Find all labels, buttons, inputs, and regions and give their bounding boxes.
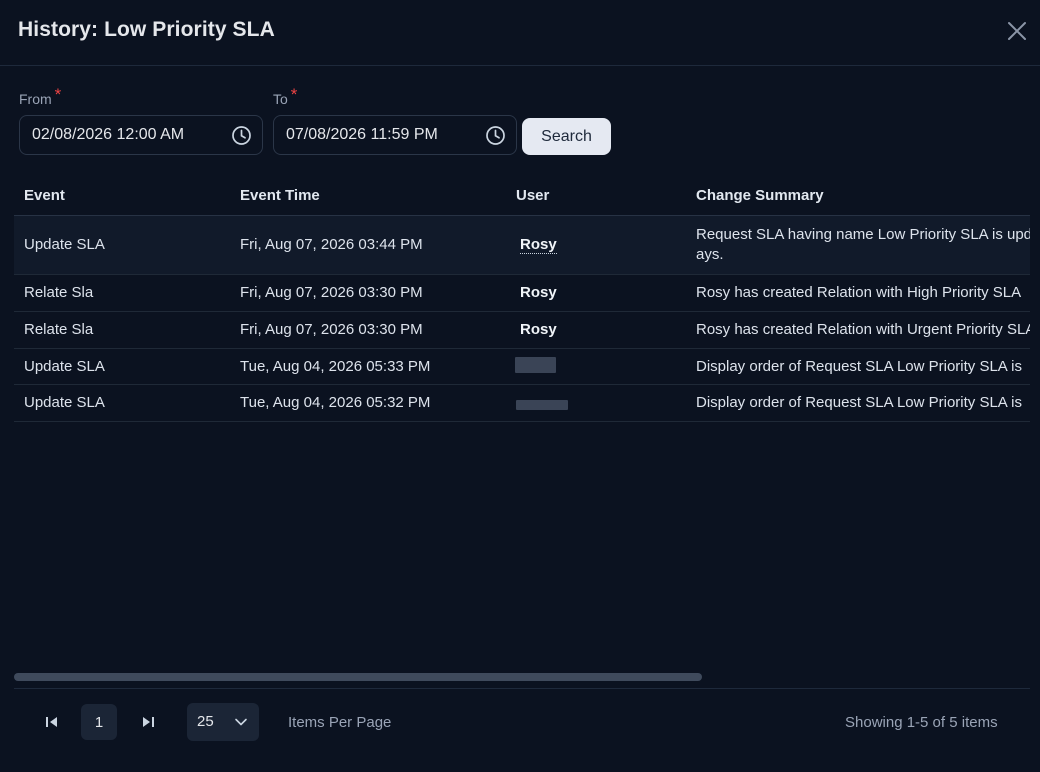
from-label: From * bbox=[19, 85, 62, 107]
column-header-change-summary[interactable]: Change Summary bbox=[696, 187, 824, 204]
to-date-input[interactable] bbox=[286, 116, 476, 154]
table-row[interactable]: Update SLA Tue, Aug 04, 2026 05:32 PM Di… bbox=[14, 385, 1030, 422]
event-time-cell: Fri, Aug 07, 2026 03:44 PM bbox=[240, 236, 423, 253]
to-label: To * bbox=[273, 85, 298, 107]
table-row[interactable]: Update SLA Fri, Aug 07, 2026 03:44 PM Ro… bbox=[14, 216, 1030, 275]
chevron-down-icon bbox=[235, 718, 247, 726]
table-row[interactable]: Relate Sla Fri, Aug 07, 2026 03:30 PM Ro… bbox=[14, 275, 1030, 312]
user-cell[interactable]: Rosy bbox=[520, 321, 557, 338]
event-cell: Update SLA bbox=[24, 394, 105, 411]
event-cell: Update SLA bbox=[24, 358, 105, 375]
change-summary-cell: Request SLA having name Low Priority SLA… bbox=[696, 226, 1030, 263]
dialog-header: History: Low Priority SLA bbox=[0, 0, 1040, 66]
event-time-cell: Fri, Aug 07, 2026 03:30 PM bbox=[240, 321, 423, 338]
items-per-page-label: Items Per Page bbox=[288, 714, 392, 731]
table-header: Event Event Time User Change Summary bbox=[14, 176, 1030, 216]
clock-icon[interactable] bbox=[231, 125, 252, 146]
change-summary-cell: Rosy has created Relation with High Prio… bbox=[696, 284, 1022, 301]
event-cell: Relate Sla bbox=[24, 321, 94, 338]
last-page-icon[interactable] bbox=[140, 714, 156, 730]
required-mark: * bbox=[290, 85, 298, 104]
scrollbar-thumb[interactable] bbox=[14, 673, 702, 681]
clock-icon[interactable] bbox=[485, 125, 506, 146]
user-cell[interactable]: Rosy bbox=[520, 284, 557, 301]
history-table: Event Event Time User Change Summary Upd… bbox=[14, 176, 1030, 422]
pagination-summary: Showing 1-5 of 5 items bbox=[845, 714, 998, 731]
event-time-cell: Tue, Aug 04, 2026 05:32 PM bbox=[240, 394, 431, 411]
page-1-button[interactable]: 1 bbox=[81, 704, 117, 740]
footer-divider bbox=[14, 688, 1030, 689]
from-date-field[interactable] bbox=[19, 115, 263, 155]
event-time-cell: Tue, Aug 04, 2026 05:33 PM bbox=[240, 358, 431, 375]
user-link[interactable]: Rosy bbox=[520, 237, 557, 254]
first-page-icon[interactable] bbox=[44, 714, 60, 730]
table-row[interactable]: Update SLA Tue, Aug 04, 2026 05:33 PM Di… bbox=[14, 349, 1030, 385]
event-cell: Update SLA bbox=[24, 236, 105, 253]
column-header-event-time[interactable]: Event Time bbox=[240, 187, 320, 204]
column-header-user[interactable]: User bbox=[516, 187, 549, 204]
change-summary-cell: Display order of Request SLA Low Priorit… bbox=[696, 394, 1022, 411]
event-cell: Relate Sla bbox=[24, 284, 94, 301]
change-summary-cell: Display order of Request SLA Low Priorit… bbox=[696, 358, 1022, 375]
redacted-user bbox=[515, 357, 556, 373]
from-date-input[interactable] bbox=[32, 116, 222, 154]
table-row[interactable]: Relate Sla Fri, Aug 07, 2026 03:30 PM Ro… bbox=[14, 312, 1030, 349]
close-icon[interactable] bbox=[1004, 18, 1030, 44]
horizontal-scrollbar[interactable] bbox=[14, 673, 1030, 681]
search-button[interactable]: Search bbox=[522, 118, 611, 155]
change-summary-cell: Rosy has created Relation with Urgent Pr… bbox=[696, 321, 1030, 338]
items-per-page-value: 25 bbox=[197, 713, 214, 730]
redacted-user bbox=[516, 400, 568, 410]
items-per-page-select[interactable]: 25 bbox=[187, 703, 259, 741]
to-date-field[interactable] bbox=[273, 115, 517, 155]
column-header-event[interactable]: Event bbox=[24, 187, 65, 204]
event-time-cell: Fri, Aug 07, 2026 03:30 PM bbox=[240, 284, 423, 301]
dialog-title: History: Low Priority SLA bbox=[18, 18, 275, 41]
required-mark: * bbox=[54, 85, 62, 104]
